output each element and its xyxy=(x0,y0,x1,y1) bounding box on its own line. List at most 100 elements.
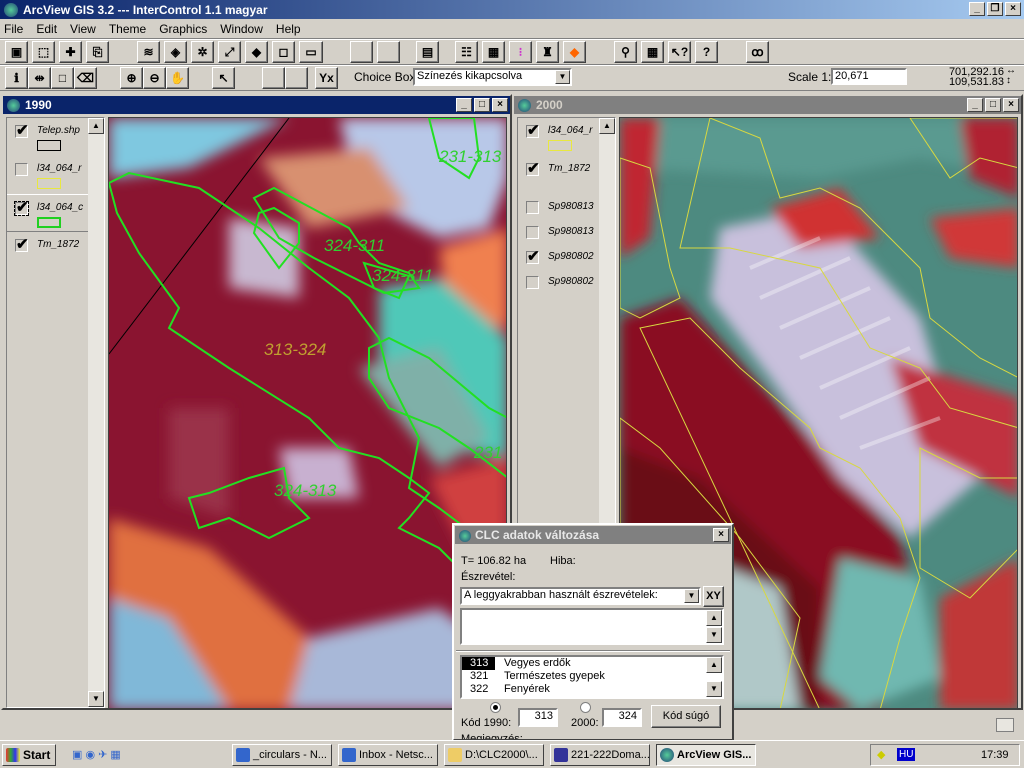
edit-legend-icon[interactable]: ◈ xyxy=(164,41,187,63)
code-list-item[interactable]: 322 Fenyérek xyxy=(462,683,722,696)
menu-edit[interactable]: Edit xyxy=(36,22,57,36)
find-binoculars-icon[interactable]: ⚲ xyxy=(614,41,637,63)
xy-button[interactable]: XY xyxy=(703,586,724,607)
chart-icon[interactable]: ▦ xyxy=(482,41,505,63)
language-indicator[interactable]: HU xyxy=(897,748,916,761)
radio-1990[interactable] xyxy=(490,702,501,713)
minimize-button[interactable]: _ xyxy=(969,2,985,16)
copy-icon[interactable]: ⎘ xyxy=(86,41,109,63)
color-icon[interactable]: ⁝ xyxy=(509,41,532,63)
chevron-down-icon[interactable]: ▼ xyxy=(684,589,699,603)
code-1990-input[interactable]: 313 xyxy=(518,708,558,727)
blank-tool[interactable] xyxy=(285,67,308,89)
task-button[interactable]: Inbox - Netsc... xyxy=(338,744,438,766)
map-icon[interactable]: ♜ xyxy=(536,41,559,63)
menu-file[interactable]: File xyxy=(4,22,23,36)
diamond-icon[interactable]: ◆ xyxy=(563,41,586,63)
tray-icon[interactable]: ◆ xyxy=(877,748,885,761)
remark-textarea[interactable]: ▲ ▼ xyxy=(460,608,724,645)
glasses-icon[interactable]: ꝏ xyxy=(746,41,769,63)
yx-icon[interactable]: Yx xyxy=(315,67,338,89)
menu-view[interactable]: View xyxy=(70,22,96,36)
menu-graphics[interactable]: Graphics xyxy=(159,22,207,36)
quicklaunch-icons[interactable]: ▣ ◉ ✈ ▦ xyxy=(72,748,121,761)
layer-checkbox[interactable] xyxy=(526,226,539,239)
code-list-item[interactable]: 321 Természetes gyepek xyxy=(462,670,722,683)
pointer-icon[interactable]: ↖ xyxy=(212,67,235,89)
dialog-title-bar[interactable]: CLC adatok változása × xyxy=(455,526,731,544)
label-icon[interactable]: ⌫ xyxy=(74,67,97,89)
scroll-down-icon[interactable]: ▼ xyxy=(706,627,722,643)
layer-checkbox[interactable]: ✔ xyxy=(14,200,29,216)
choice-box-select[interactable]: Színezés kikapcsolva ▼ xyxy=(413,68,572,86)
zoom-out-icon[interactable]: ⊖ xyxy=(143,67,166,89)
zoom-extent-icon[interactable]: ⤢ xyxy=(218,41,241,63)
layer-checkbox[interactable]: ✔ xyxy=(526,161,540,176)
select-all-icon[interactable]: ⬚ xyxy=(32,41,55,63)
blank-button[interactable] xyxy=(377,41,400,63)
close-button[interactable]: × xyxy=(492,98,508,112)
minimize-button[interactable]: _ xyxy=(456,98,472,112)
close-button[interactable]: × xyxy=(713,528,729,542)
code-list-item[interactable]: 313 Vegyes erdők xyxy=(462,657,722,670)
code-list[interactable]: 313 Vegyes erdők 321 Természetes gyepek 32… xyxy=(460,655,724,699)
legend-scrollbar[interactable]: ▲ ▼ xyxy=(88,118,104,707)
start-button[interactable]: Start xyxy=(2,744,56,766)
code-help-button[interactable]: Kód súgó xyxy=(651,705,721,728)
layer-checkbox[interactable]: ✔ xyxy=(15,237,29,252)
save-icon[interactable]: ▣ xyxy=(5,41,28,63)
close-button[interactable]: × xyxy=(1003,98,1019,112)
table-icon[interactable]: ▤ xyxy=(416,41,439,63)
rectangle-select-icon[interactable]: □ xyxy=(51,67,74,89)
pan-hand-icon[interactable]: ✋ xyxy=(166,67,189,89)
scroll-up-icon[interactable]: ▲ xyxy=(706,657,722,673)
restore-button[interactable]: ❐ xyxy=(987,2,1003,16)
view-title-bar[interactable]: 2000 _ □ × xyxy=(514,96,1021,114)
layer-checkbox[interactable]: ✔ xyxy=(15,123,29,138)
help-icon[interactable]: ? xyxy=(695,41,718,63)
task-button[interactable]: 221-222Doma... xyxy=(550,744,650,766)
menu-help[interactable]: Help xyxy=(276,22,301,36)
scroll-up-icon[interactable]: ▲ xyxy=(706,610,722,626)
layer-checkbox[interactable]: ✔ xyxy=(526,249,540,264)
scale-input[interactable]: 20,671 xyxy=(831,68,907,85)
zoom-in-icon[interactable]: ⊕ xyxy=(120,67,143,89)
calculator-icon[interactable]: ▦ xyxy=(641,41,664,63)
zoom-selected-icon[interactable]: ◻ xyxy=(272,41,295,63)
scroll-down-icon[interactable]: ▼ xyxy=(88,691,104,707)
layer-checkbox[interactable] xyxy=(526,276,539,289)
minimize-button[interactable]: _ xyxy=(967,98,983,112)
task-button[interactable]: _circulars - N... xyxy=(232,744,332,766)
chevron-down-icon[interactable]: ▼ xyxy=(555,70,570,84)
context-help-icon[interactable]: ↖? xyxy=(668,41,691,63)
theme-properties-icon[interactable]: ≋ xyxy=(137,41,160,63)
map-canvas-1990[interactable]: 231-313 324-311 324-311 313-324 324-313 … xyxy=(108,117,507,709)
remarks-combo[interactable]: A leggyakrabban használt észrevételek: ▼ xyxy=(460,587,701,605)
view-title-bar[interactable]: 1990 _ □ × xyxy=(3,96,510,114)
scroll-up-icon[interactable]: ▲ xyxy=(599,118,615,134)
blank-button[interactable] xyxy=(350,41,373,63)
maximize-button[interactable]: □ xyxy=(985,98,1001,112)
menu-window[interactable]: Window xyxy=(220,22,263,36)
menu-theme[interactable]: Theme xyxy=(109,22,146,36)
layer-checkbox[interactable] xyxy=(526,201,539,214)
zoom-full-extent-icon[interactable]: ✲ xyxy=(191,41,214,63)
zoom-previous-icon[interactable]: ◆ xyxy=(245,41,268,63)
close-button[interactable]: × xyxy=(1005,2,1021,16)
code-2000-input[interactable]: 324 xyxy=(602,708,642,727)
measure-icon[interactable]: ⇹ xyxy=(28,67,51,89)
layer-checkbox[interactable] xyxy=(15,163,28,176)
maximize-button[interactable]: □ xyxy=(474,98,490,112)
blank-tool[interactable] xyxy=(262,67,285,89)
query-builder-icon[interactable]: ☷ xyxy=(455,41,478,63)
radio-2000[interactable] xyxy=(580,702,591,713)
add-theme-icon[interactable]: ✚ xyxy=(59,41,82,63)
tile-windows-icon[interactable] xyxy=(996,718,1014,732)
task-button-active[interactable]: ArcView GIS... xyxy=(656,744,756,766)
identify-icon[interactable]: ℹ xyxy=(5,67,28,89)
layer-checkbox[interactable]: ✔ xyxy=(526,123,540,138)
scroll-down-icon[interactable]: ▼ xyxy=(706,681,722,697)
scroll-up-icon[interactable]: ▲ xyxy=(88,118,104,134)
task-button[interactable]: D:\CLC2000\... xyxy=(444,744,544,766)
layout-icon[interactable]: ▭ xyxy=(299,41,323,63)
